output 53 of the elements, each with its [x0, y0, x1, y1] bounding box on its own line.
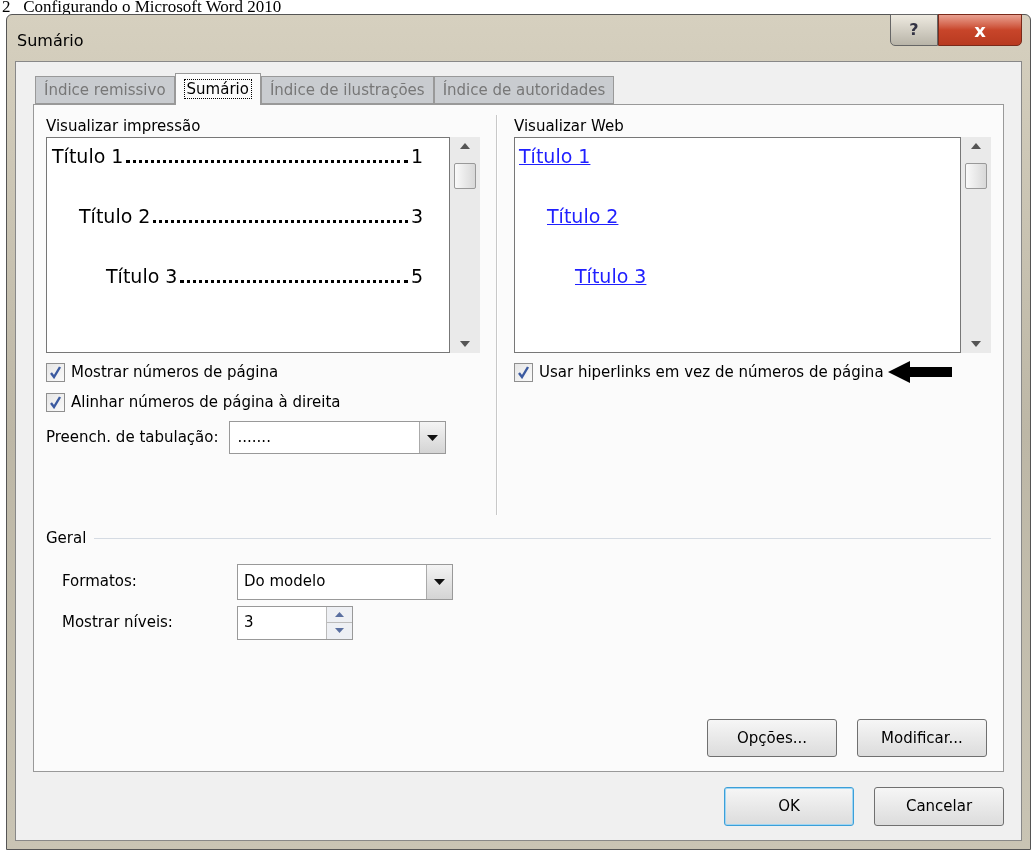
field-label: Formatos:: [62, 571, 138, 593]
dropdown-button[interactable]: [426, 564, 452, 599]
heading-entry: Título 3: [106, 264, 178, 288]
section-label: Visualizar impressão: [46, 116, 202, 137]
checkbox-label: Usar hiperlinks em vez de números de página: [539, 361, 884, 383]
levels-spinner[interactable]: 3: [237, 605, 353, 640]
section-label: Visualizar Web: [514, 116, 625, 137]
field-label: Mostrar níveis:: [62, 612, 174, 634]
down-caret-icon: [335, 628, 344, 634]
checkbox[interactable]: [46, 392, 65, 412]
pointing-arrow-icon: [887, 361, 952, 383]
scroll-up-icon: [971, 143, 981, 149]
tab[interactable]: Sumário: [174, 73, 261, 105]
dialog-button[interactable]: OK: [724, 787, 854, 826]
heading-entry: Título 1: [52, 144, 124, 168]
heading-link[interactable]: Título 1: [519, 144, 591, 168]
checkmark-icon: [49, 395, 62, 409]
page-number: 5: [410, 264, 423, 288]
group-title: Geral: [46, 528, 87, 549]
field-label: Preench. de tabulação:: [46, 427, 219, 449]
checkmark-icon: [49, 365, 62, 379]
up-caret-icon: [335, 611, 344, 617]
spin-up-button[interactable]: [327, 606, 352, 623]
page-number: 3: [410, 204, 423, 228]
close-button[interactable]: x: [938, 14, 1022, 46]
heading-entry: Título 2: [79, 204, 151, 228]
checkbox-label: Mostrar números de página: [71, 361, 279, 383]
checkmark-icon: [517, 365, 530, 379]
scrollbar[interactable]: [450, 137, 480, 353]
spin-down-button[interactable]: [327, 623, 352, 639]
caret-icon: [434, 578, 445, 585]
dropdown-button[interactable]: [418, 422, 445, 453]
checkbox-label: Alinhar números de página à direita: [71, 391, 341, 413]
scroll-up-icon: [460, 143, 470, 149]
page-number: 1: [410, 144, 423, 168]
scroll-down-icon: [971, 341, 981, 347]
window-title: Sumário: [16, 30, 84, 52]
scroll-thumb[interactable]: [454, 163, 476, 189]
heading-link[interactable]: Título 2: [547, 204, 619, 228]
checkbox[interactable]: [46, 362, 65, 382]
scroll-thumb[interactable]: [965, 163, 987, 189]
dialog-button[interactable]: Cancelar: [874, 787, 1004, 826]
heading-link[interactable]: Título 3: [575, 264, 647, 288]
checkbox[interactable]: [514, 362, 533, 382]
scroll-down-icon: [460, 341, 470, 347]
scrollbar[interactable]: [961, 137, 991, 353]
panel-button[interactable]: Opções...: [707, 719, 837, 757]
caret-icon: [426, 434, 438, 441]
document-header: 2 Configurando o Microsoft Word 2010: [1, 0, 283, 14]
formats-dropdown[interactable]: Do modelo: [237, 563, 453, 600]
help-button[interactable]: ?: [890, 14, 938, 46]
panel-button[interactable]: Modificar...: [857, 719, 987, 757]
tab-leader-dropdown[interactable]: .......: [228, 421, 446, 454]
